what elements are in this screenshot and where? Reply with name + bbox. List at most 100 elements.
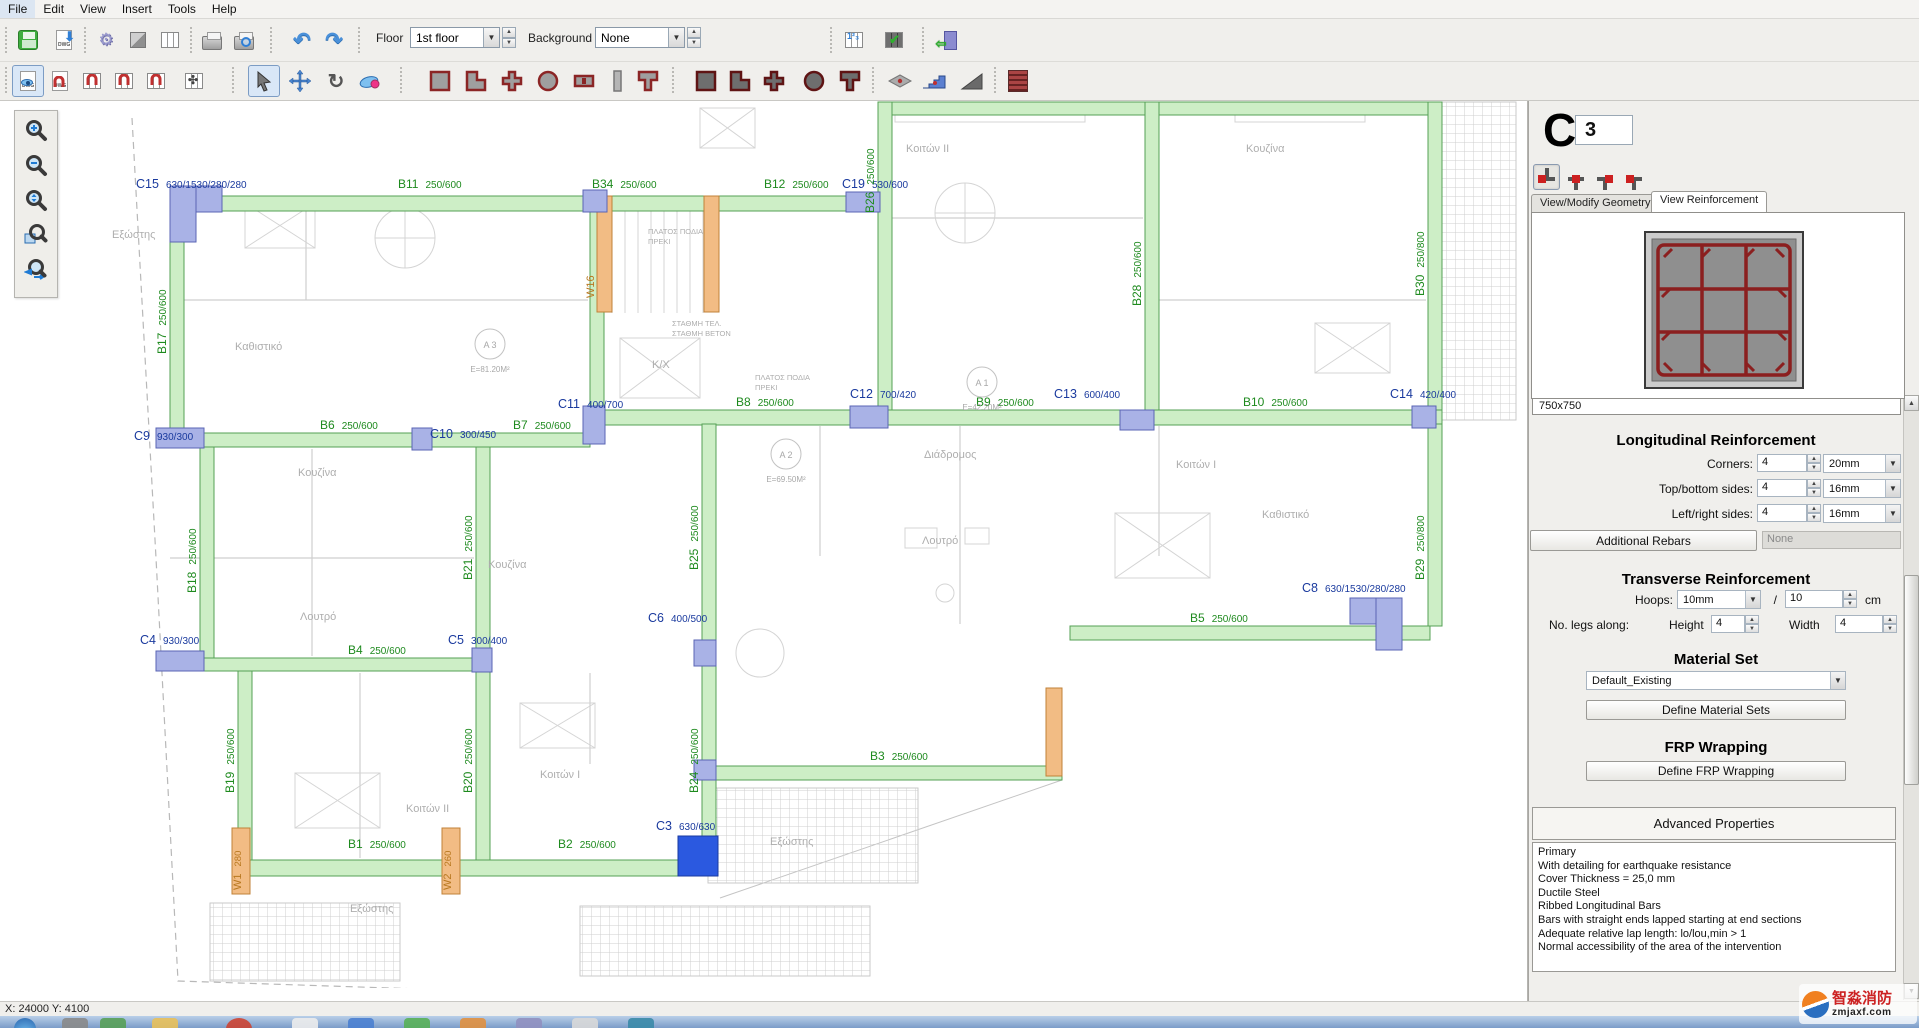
column-cross-section-button[interactable]	[496, 65, 528, 97]
menu-help[interactable]: Help	[204, 0, 245, 18]
menu-view[interactable]: View	[72, 0, 114, 18]
renumber-entities-button[interactable]: 1²₃	[838, 24, 870, 56]
panel-scrollbar[interactable]: ▲ ▼	[1903, 395, 1919, 1000]
additional-rebars-button[interactable]: Additional Rebars	[1530, 530, 1757, 551]
material-set-select[interactable]: Default_Existing▼	[1586, 671, 1846, 690]
exit-button[interactable]: ⇦	[934, 24, 966, 56]
snap-dwg-button[interactable]: DWG	[44, 65, 76, 97]
print-preview-button[interactable]	[228, 24, 260, 56]
taskbar-icon[interactable]	[152, 1018, 178, 1028]
vertical-wall-button[interactable]	[602, 65, 634, 97]
column-T-section-button[interactable]	[632, 65, 664, 97]
floor-select[interactable]: 1st floor ▼	[410, 27, 500, 48]
zoom-previous-button[interactable]	[19, 253, 53, 286]
selected-column-c3[interactable]	[678, 836, 718, 876]
legs-width-input[interactable]: 4	[1835, 615, 1883, 633]
import-dwg-button[interactable]: DWG⬇	[48, 24, 80, 56]
stairs-button[interactable]	[918, 65, 950, 97]
move-tool-button[interactable]	[284, 65, 316, 97]
legs-width-spinner[interactable]: ▲▼	[1883, 615, 1897, 633]
tables-button[interactable]	[154, 24, 186, 56]
taskbar-icon[interactable]	[62, 1018, 88, 1028]
menu-insert[interactable]: Insert	[114, 0, 160, 18]
select-tool-button[interactable]	[248, 65, 280, 97]
column-L-section-button[interactable]	[460, 65, 492, 97]
existing-T-section-button[interactable]	[834, 65, 866, 97]
chevron-down-icon[interactable]: ▼	[1830, 672, 1845, 689]
chevron-down-icon[interactable]: ▼	[668, 28, 684, 47]
windows-taskbar[interactable]	[0, 1016, 1919, 1028]
start-button[interactable]	[14, 1018, 36, 1028]
zoom-extents-button[interactable]	[19, 183, 53, 216]
rotate-tool-button[interactable]: ↻	[320, 65, 352, 97]
taskbar-icon[interactable]	[572, 1018, 598, 1028]
legs-height-input[interactable]: 4	[1711, 615, 1745, 633]
slab-button[interactable]	[884, 65, 916, 97]
view-3d-button[interactable]	[122, 24, 154, 56]
snap-dwg-toggle-button[interactable]: DWG	[12, 65, 44, 97]
top-bottom-spinner[interactable]: ▲▼	[1807, 479, 1821, 497]
chevron-down-icon[interactable]: ▼	[483, 28, 499, 47]
taskbar-icon[interactable]	[292, 1018, 318, 1028]
grid-move-button[interactable]: ✣	[178, 65, 210, 97]
define-material-sets-button[interactable]: Define Material Sets	[1586, 700, 1846, 720]
scrollbar-thumb[interactable]	[1904, 575, 1919, 785]
redo-button[interactable]: ↷	[318, 24, 350, 56]
column-position-center-button[interactable]	[1533, 164, 1560, 190]
taskbar-icon[interactable]	[100, 1018, 126, 1028]
menu-edit[interactable]: Edit	[35, 0, 72, 18]
floor-spinner[interactable]: ▲▼	[502, 27, 516, 48]
taskbar-icon[interactable]	[628, 1018, 654, 1028]
rotate-snap-tool-button[interactable]	[354, 65, 386, 97]
column-circle-section-button[interactable]	[532, 65, 564, 97]
ramp-button[interactable]	[956, 65, 988, 97]
zoom-out-button[interactable]	[19, 148, 53, 181]
print-button[interactable]	[196, 24, 228, 56]
undo-button[interactable]: ↶	[286, 24, 318, 56]
tab-view-reinforcement[interactable]: View Reinforcement	[1651, 191, 1767, 212]
hoops-diameter-select[interactable]: 10mm▼	[1677, 590, 1761, 609]
corners-count-input[interactable]: 4	[1757, 454, 1807, 472]
snap-color-grid-button[interactable]	[76, 65, 108, 97]
save-button[interactable]	[12, 24, 44, 56]
chevron-down-icon[interactable]: ▼	[1885, 455, 1900, 472]
column-position-left-button[interactable]	[1591, 164, 1618, 190]
hoops-spacing-input[interactable]: 10	[1785, 590, 1843, 608]
hoops-spacing-spinner[interactable]: ▲▼	[1843, 590, 1857, 608]
left-right-spinner[interactable]: ▲▼	[1807, 504, 1821, 522]
chevron-down-icon[interactable]: ▼	[1885, 480, 1900, 497]
wall-section-button[interactable]	[568, 65, 600, 97]
scroll-up-icon[interactable]: ▲	[1904, 395, 1919, 411]
chevron-down-icon[interactable]: ▼	[1885, 505, 1900, 522]
existing-L-section-button[interactable]	[724, 65, 756, 97]
corners-spinner[interactable]: ▲▼	[1807, 454, 1821, 472]
taskbar-icon[interactable]	[516, 1018, 542, 1028]
background-spinner[interactable]: ▲▼	[687, 27, 701, 48]
column-number-input[interactable]: 3	[1575, 115, 1633, 145]
column-square-section-button[interactable]	[424, 65, 456, 97]
column-position-top-button[interactable]	[1562, 164, 1589, 190]
menu-file[interactable]: File	[0, 0, 35, 18]
taskbar-icon[interactable]	[226, 1018, 252, 1028]
existing-circle-section-button[interactable]	[798, 65, 830, 97]
define-frp-wrapping-button[interactable]: Define FRP Wrapping	[1586, 761, 1846, 781]
left-right-diameter-select[interactable]: 16mm▼	[1823, 504, 1901, 523]
advanced-properties-button[interactable]: Advanced Properties	[1532, 807, 1896, 840]
top-bottom-diameter-select[interactable]: 16mm▼	[1823, 479, 1901, 498]
existing-cross-section-button[interactable]	[758, 65, 790, 97]
section-size-field[interactable]: 750x750	[1532, 398, 1901, 415]
snap-grid-button[interactable]	[108, 65, 140, 97]
top-bottom-count-input[interactable]: 4	[1757, 479, 1807, 497]
building-3d-button[interactable]	[1002, 65, 1034, 97]
corners-diameter-select[interactable]: 20mm▼	[1823, 454, 1901, 473]
zoom-in-button[interactable]	[19, 113, 53, 146]
legs-height-spinner[interactable]: ▲▼	[1745, 615, 1759, 633]
tab-view-modify-geometry[interactable]: View/Modify Geometry	[1531, 194, 1659, 212]
chevron-down-icon[interactable]: ▼	[1745, 591, 1760, 608]
zoom-window-button[interactable]	[19, 218, 53, 251]
taskbar-icon[interactable]	[348, 1018, 374, 1028]
settings-button[interactable]: ⚙	[90, 24, 122, 56]
existing-square-section-button[interactable]	[690, 65, 722, 97]
check-model-button[interactable]: ✔	[878, 24, 910, 56]
taskbar-icon[interactable]	[404, 1018, 430, 1028]
